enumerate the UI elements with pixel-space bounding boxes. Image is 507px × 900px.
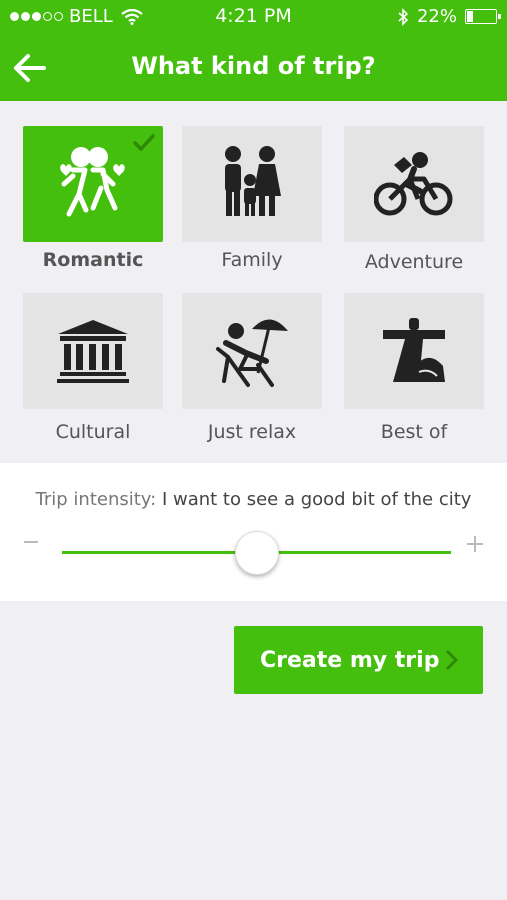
create-trip-button[interactable]: Create my trip xyxy=(234,626,483,694)
intensity-value: I want to see a good bit of the city xyxy=(161,489,472,510)
plus-icon[interactable] xyxy=(467,536,483,552)
battery-percent: 22% xyxy=(416,6,457,27)
intensity-slider-thumb[interactable] xyxy=(234,531,279,575)
trip-type-label: Romantic xyxy=(42,249,144,271)
landmark-statue-icon xyxy=(383,318,445,382)
chevron-right-icon xyxy=(446,650,459,670)
trip-type-label: Best of xyxy=(380,421,448,443)
status-bar: BELL 4:21 PM 22% xyxy=(0,0,507,34)
trip-type-adventure[interactable] xyxy=(344,126,484,242)
bluetooth-icon xyxy=(398,7,409,26)
trip-type-label: Cultural xyxy=(55,421,131,443)
trip-type-grid: Romantic Family Adventure Cultural Just … xyxy=(0,101,507,463)
family-icon xyxy=(225,146,281,216)
museum-icon xyxy=(57,320,129,383)
beach-chair-icon xyxy=(216,319,288,387)
header: BELL 4:21 PM 22% What kind of trip? xyxy=(0,0,507,101)
create-trip-label: Create my trip xyxy=(260,647,440,673)
trip-type-label: Just relax xyxy=(207,421,297,443)
trip-intensity-panel: Trip intensity: I want to see a good bit… xyxy=(0,463,507,601)
trip-type-best-of[interactable] xyxy=(344,293,484,409)
trip-type-family[interactable] xyxy=(182,126,322,242)
page-title: What kind of trip? xyxy=(131,52,376,80)
trip-type-label: Adventure xyxy=(364,251,464,273)
trip-type-cultural[interactable] xyxy=(23,293,163,409)
minus-icon[interactable] xyxy=(24,541,38,543)
cyclist-icon xyxy=(374,152,453,216)
couple-icon xyxy=(60,147,125,217)
trip-type-romantic[interactable] xyxy=(23,126,163,242)
checkmark-icon xyxy=(133,134,155,152)
trip-type-label: Family xyxy=(221,249,283,271)
intensity-text: Trip intensity: I want to see a good bit… xyxy=(0,489,507,510)
trip-type-just-relax[interactable] xyxy=(182,293,322,409)
intensity-label: Trip intensity: xyxy=(35,489,157,510)
battery-icon xyxy=(465,9,501,24)
